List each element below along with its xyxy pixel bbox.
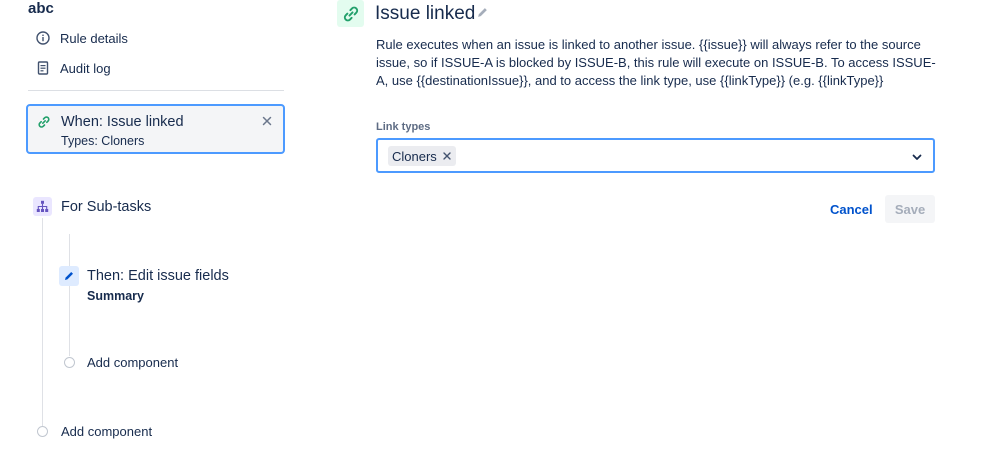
panel-description: Rule executes when an issue is linked to…: [376, 37, 936, 88]
sidebar-divider: [28, 90, 284, 91]
add-component-label: Add component: [87, 355, 179, 370]
branch-label: For Sub-tasks: [61, 198, 152, 215]
selected-link-type-chip: Cloners: [388, 146, 456, 166]
audit-log-link[interactable]: Audit log: [36, 58, 111, 78]
cancel-button[interactable]: Cancel: [822, 196, 881, 223]
trigger-subtitle: Types: Cloners: [61, 134, 145, 148]
action-title: Then: Edit issue fields: [87, 268, 229, 284]
audit-log-label: Audit log: [60, 60, 111, 76]
add-component-outer-button[interactable]: Add component: [37, 424, 152, 439]
add-component-dot: [37, 426, 48, 437]
remove-trigger-icon[interactable]: [260, 114, 274, 128]
rule-details-link[interactable]: Rule details: [36, 28, 128, 48]
link-types-label: Link types: [376, 121, 431, 133]
document-icon: [36, 61, 50, 75]
link-icon: [37, 115, 51, 129]
edit-title-pencil-icon[interactable]: [476, 6, 489, 19]
chip-label: Cloners: [392, 148, 437, 164]
flow-connector-outer: [42, 218, 43, 426]
trigger-title: When: Issue linked: [61, 114, 184, 130]
info-icon: [36, 31, 50, 45]
add-component-label: Add component: [61, 424, 153, 439]
branch-sub-tasks[interactable]: For Sub-tasks: [33, 197, 151, 216]
flow-connector-inner: [69, 234, 70, 356]
rule-name: abc: [28, 0, 54, 17]
add-component-inner-button[interactable]: Add component: [64, 355, 178, 370]
link-icon: [337, 0, 364, 27]
save-button[interactable]: Save: [885, 195, 935, 223]
panel-title: Issue linked: [375, 3, 476, 24]
action-subtitle: Summary: [87, 289, 144, 303]
rule-details-label: Rule details: [60, 30, 128, 46]
pencil-icon: [59, 266, 79, 286]
hierarchy-icon: [33, 197, 52, 216]
link-types-select[interactable]: Cloners: [376, 138, 935, 173]
trigger-card[interactable]: When: Issue linked Types: Cloners: [26, 104, 285, 154]
chevron-down-icon: [911, 150, 923, 162]
add-component-dot: [64, 357, 75, 368]
remove-chip-icon[interactable]: [440, 149, 454, 163]
